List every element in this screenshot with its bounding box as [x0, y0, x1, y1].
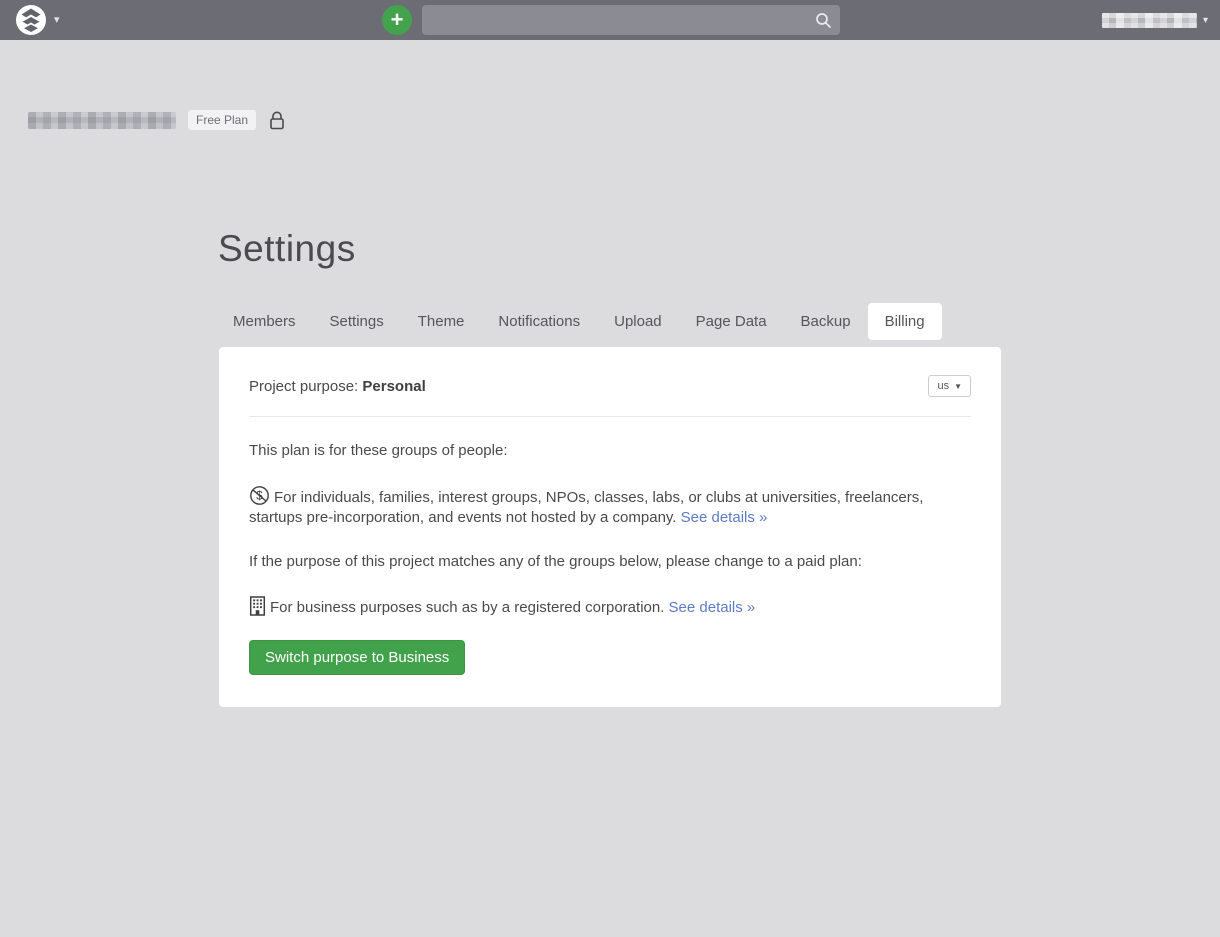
search-icon[interactable]	[815, 12, 832, 29]
project-title-redacted	[28, 112, 176, 129]
tab-theme[interactable]: Theme	[401, 303, 482, 340]
switch-purpose-button[interactable]: Switch purpose to Business	[249, 640, 465, 675]
business-see-details-link[interactable]: See details »	[669, 599, 756, 616]
tab-settings[interactable]: Settings	[313, 303, 401, 340]
business-description: For business purposes such as by a regis…	[249, 596, 971, 618]
paid-plan-note: If the purpose of this project matches a…	[249, 552, 971, 572]
username-redacted	[1102, 13, 1197, 28]
project-purpose-value: Personal	[362, 378, 425, 395]
locale-dropdown[interactable]: us ▼	[928, 375, 971, 397]
plan-badge: Free Plan	[188, 110, 256, 130]
billing-panel: Project purpose: Personal us ▼ This plan…	[219, 347, 1001, 707]
project-switcher[interactable]: ▾	[16, 0, 60, 40]
main-content: Settings Members Settings Theme Notifica…	[0, 120, 1220, 707]
personal-see-details-link[interactable]: See details »	[681, 509, 768, 526]
search-bar[interactable]	[422, 5, 840, 35]
chevron-down-icon: ▾	[1203, 15, 1208, 26]
search-input[interactable]	[422, 5, 815, 35]
top-navbar: ▾ + ▾	[0, 0, 1220, 40]
project-header: Free Plan	[0, 40, 1220, 120]
tab-upload[interactable]: Upload	[597, 303, 679, 340]
caret-down-icon: ▼	[954, 382, 962, 391]
money-off-icon: $	[249, 485, 270, 506]
project-purpose: Project purpose: Personal	[249, 378, 426, 395]
settings-tabs: Members Settings Theme Notifications Upl…	[216, 303, 1220, 340]
tab-notifications[interactable]: Notifications	[481, 303, 597, 340]
project-purpose-label: Project purpose:	[249, 378, 362, 395]
page-title: Settings	[218, 228, 1220, 270]
business-description-text: For business purposes such as by a regis…	[270, 599, 669, 616]
tab-page-data[interactable]: Page Data	[679, 303, 784, 340]
divider	[249, 416, 971, 417]
locale-dropdown-value: us	[937, 380, 949, 392]
office-building-icon	[249, 596, 266, 616]
scrapbox-logo-icon[interactable]	[16, 5, 46, 35]
user-menu[interactable]: ▾	[1102, 0, 1208, 40]
tab-members[interactable]: Members	[216, 303, 313, 340]
purpose-row: Project purpose: Personal us ▼	[249, 375, 971, 397]
new-page-button[interactable]: +	[382, 5, 412, 35]
personal-description-text: For individuals, families, interest grou…	[249, 489, 923, 526]
lock-icon	[268, 110, 286, 131]
plan-intro-text: This plan is for these groups of people:	[249, 441, 971, 461]
chevron-down-icon: ▾	[54, 15, 60, 26]
personal-description: $ For individuals, families, interest gr…	[249, 485, 971, 528]
tab-billing[interactable]: Billing	[868, 303, 942, 340]
tab-backup[interactable]: Backup	[784, 303, 868, 340]
